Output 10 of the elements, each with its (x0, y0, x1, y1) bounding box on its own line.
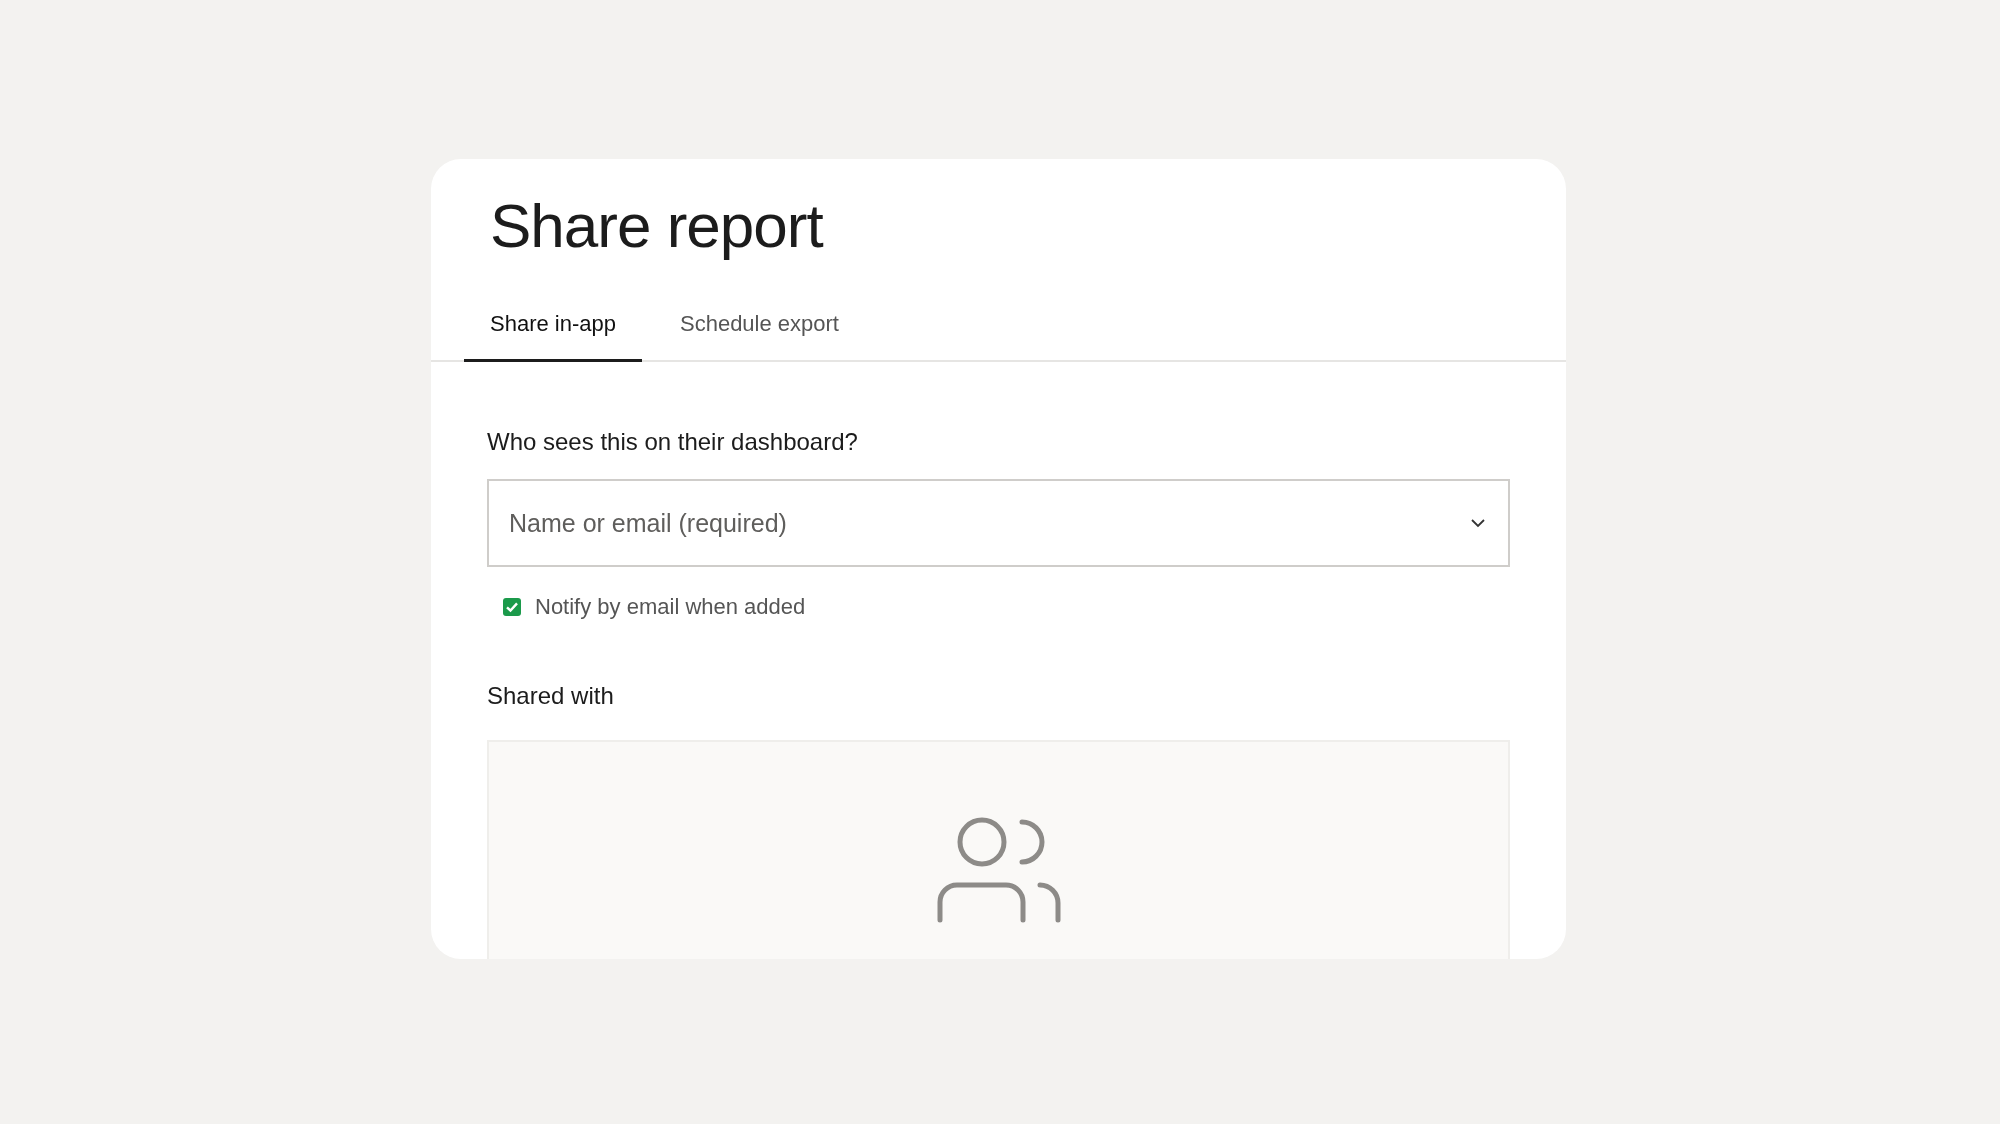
field-label: Who sees this on their dashboard? (487, 428, 859, 457)
checkbox[interactable] (503, 598, 521, 617)
dialog-title: Share report (490, 190, 825, 262)
tab[interactable]: Share in-app (464, 299, 642, 363)
checkbox-label: Notify by email when added (535, 594, 806, 621)
chevron-down-icon (1470, 518, 1486, 529)
people-icon (935, 817, 1062, 924)
section-heading: Shared with (487, 682, 615, 711)
recipient-field[interactable]: Name or email (required) (487, 479, 1510, 568)
tab[interactable]: Schedule export (654, 299, 865, 363)
